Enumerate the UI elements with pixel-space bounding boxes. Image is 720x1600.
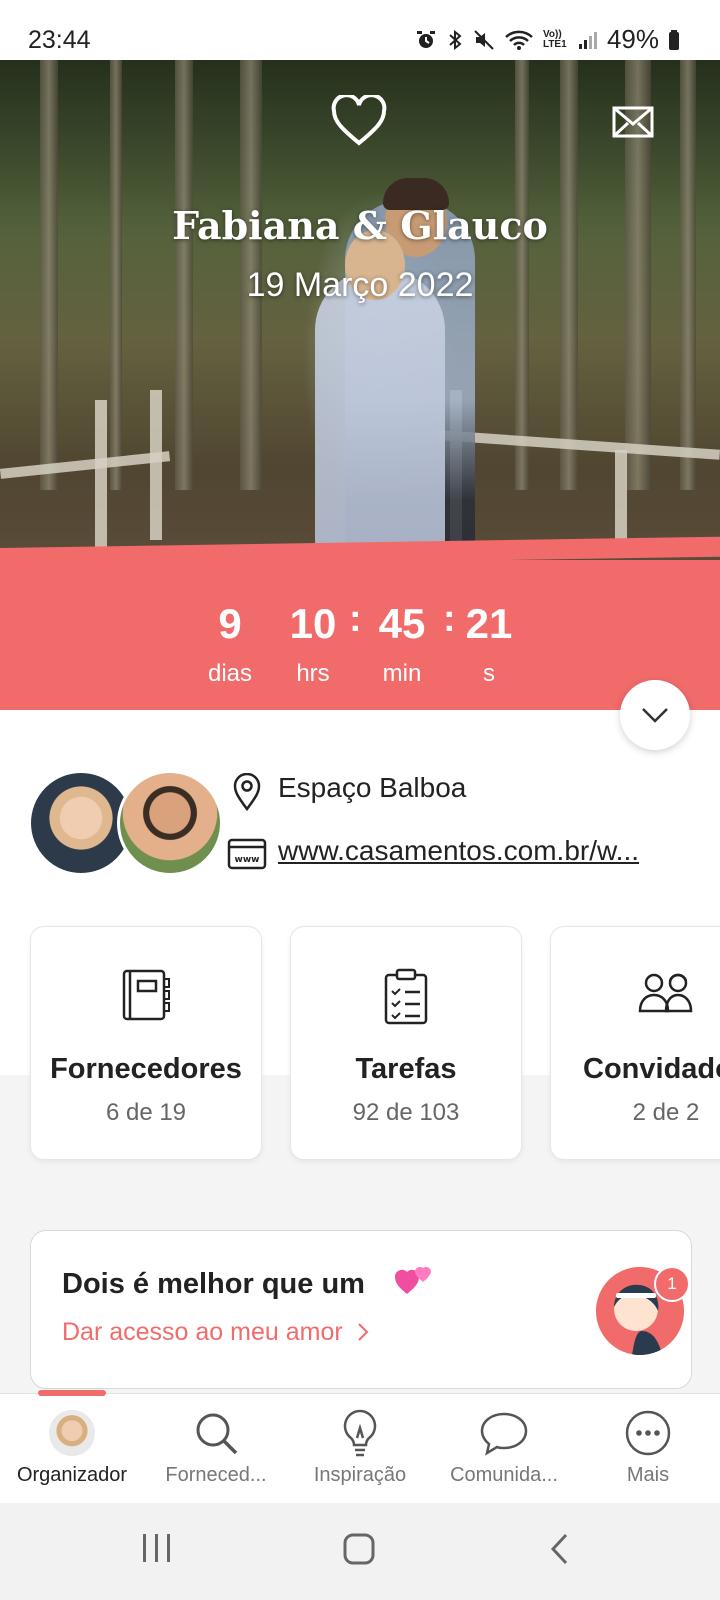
website-link[interactable]: www.casamentos.com.br/w... bbox=[278, 835, 688, 867]
nav-label: Comunida... bbox=[450, 1464, 558, 1486]
nav-label: Inspiração bbox=[313, 1464, 407, 1486]
card-fornecedores[interactable]: Fornecedores 6 de 19 bbox=[30, 926, 262, 1160]
card-count: 92 de 103 bbox=[352, 1099, 460, 1126]
nav-item-mais[interactable]: Mais bbox=[576, 1405, 720, 1487]
mute-icon bbox=[474, 29, 494, 50]
card-title: Tarefas bbox=[355, 1053, 457, 1085]
hearts-icon bbox=[393, 1262, 435, 1303]
card-count: 6 de 19 bbox=[105, 1099, 187, 1126]
countdown-minutes: 45 bbox=[378, 600, 426, 647]
expand-button[interactable] bbox=[620, 680, 690, 750]
bluetooth-icon bbox=[449, 29, 462, 50]
card-count: 2 de 2 bbox=[632, 1099, 700, 1126]
search-icon bbox=[196, 1413, 238, 1454]
nav-item-fornecedores[interactable]: Forneced... bbox=[144, 1405, 288, 1487]
signal-icon bbox=[578, 31, 597, 49]
card-title: Convidados bbox=[583, 1053, 720, 1085]
battery-percent: 49% bbox=[606, 24, 659, 54]
notification-badge: 1 bbox=[654, 1266, 690, 1302]
promo-title: Dois é melhor que um bbox=[62, 1268, 365, 1300]
promo-link[interactable]: Dar acesso ao meu amor bbox=[62, 1318, 370, 1347]
chat-icon bbox=[480, 1412, 528, 1456]
nav-item-organizador[interactable]: Organizador bbox=[0, 1405, 144, 1487]
card-convidados[interactable]: Convidados 2 de 2 bbox=[550, 926, 720, 1160]
alarm-icon bbox=[416, 30, 435, 48]
countdown-seconds-label: s bbox=[483, 660, 495, 687]
guests-icon bbox=[551, 967, 720, 1017]
mail-icon[interactable] bbox=[612, 106, 654, 143]
promo-link-label: Dar acesso ao meu amor bbox=[62, 1318, 343, 1346]
chevron-down-icon bbox=[642, 708, 668, 723]
countdown-days: 9 bbox=[218, 600, 242, 647]
location-pin-icon bbox=[232, 772, 262, 816]
volte-icon: Vo)) LTE1 bbox=[542, 28, 567, 50]
countdown-minutes-label: min bbox=[382, 660, 422, 687]
nav-label: Mais bbox=[626, 1464, 670, 1486]
status-time: 23:44 bbox=[28, 26, 91, 54]
nav-label: Forneced... bbox=[165, 1464, 267, 1486]
countdown-hours-label: hrs bbox=[296, 660, 330, 687]
nav-item-inspiracao[interactable]: Inspiração bbox=[288, 1405, 432, 1487]
groom-avatar[interactable] bbox=[117, 770, 223, 876]
wedding-date: 19 Março 2022 bbox=[246, 266, 474, 304]
status-icons: Vo)) LTE1 49% bbox=[415, 24, 680, 55]
card-tarefas[interactable]: Tarefas 92 de 103 bbox=[290, 926, 522, 1160]
wifi-icon bbox=[505, 30, 533, 50]
back-icon[interactable] bbox=[548, 1532, 570, 1571]
promo-card[interactable] bbox=[30, 1230, 692, 1389]
countdown-separator: : bbox=[349, 598, 362, 640]
countdown-seconds: 21 bbox=[465, 600, 513, 647]
notebook-icon bbox=[31, 967, 261, 1023]
countdown-hours: 10 bbox=[289, 600, 337, 647]
venue-name: Espaço Balboa bbox=[278, 772, 467, 803]
couple-names: Fabiana & Glauco bbox=[172, 203, 548, 248]
website-icon: www bbox=[227, 838, 267, 875]
avatar bbox=[49, 1409, 95, 1456]
heart-icon[interactable] bbox=[330, 93, 388, 152]
countdown-days-label: dias bbox=[207, 660, 253, 687]
battery-icon bbox=[669, 29, 679, 50]
checklist-icon bbox=[291, 967, 521, 1025]
more-icon bbox=[625, 1410, 671, 1455]
svg-text:www: www bbox=[235, 855, 260, 865]
card-title: Fornecedores bbox=[50, 1053, 242, 1085]
chevron-right-icon bbox=[357, 1323, 369, 1341]
nav-item-comunidade[interactable]: Comunida... bbox=[432, 1405, 576, 1487]
lightbulb-icon bbox=[343, 1409, 377, 1456]
recent-apps-icon[interactable] bbox=[140, 1532, 174, 1569]
home-icon[interactable] bbox=[342, 1532, 376, 1571]
nav-label: Organizador bbox=[16, 1464, 128, 1486]
nav-active-indicator bbox=[38, 1390, 106, 1396]
